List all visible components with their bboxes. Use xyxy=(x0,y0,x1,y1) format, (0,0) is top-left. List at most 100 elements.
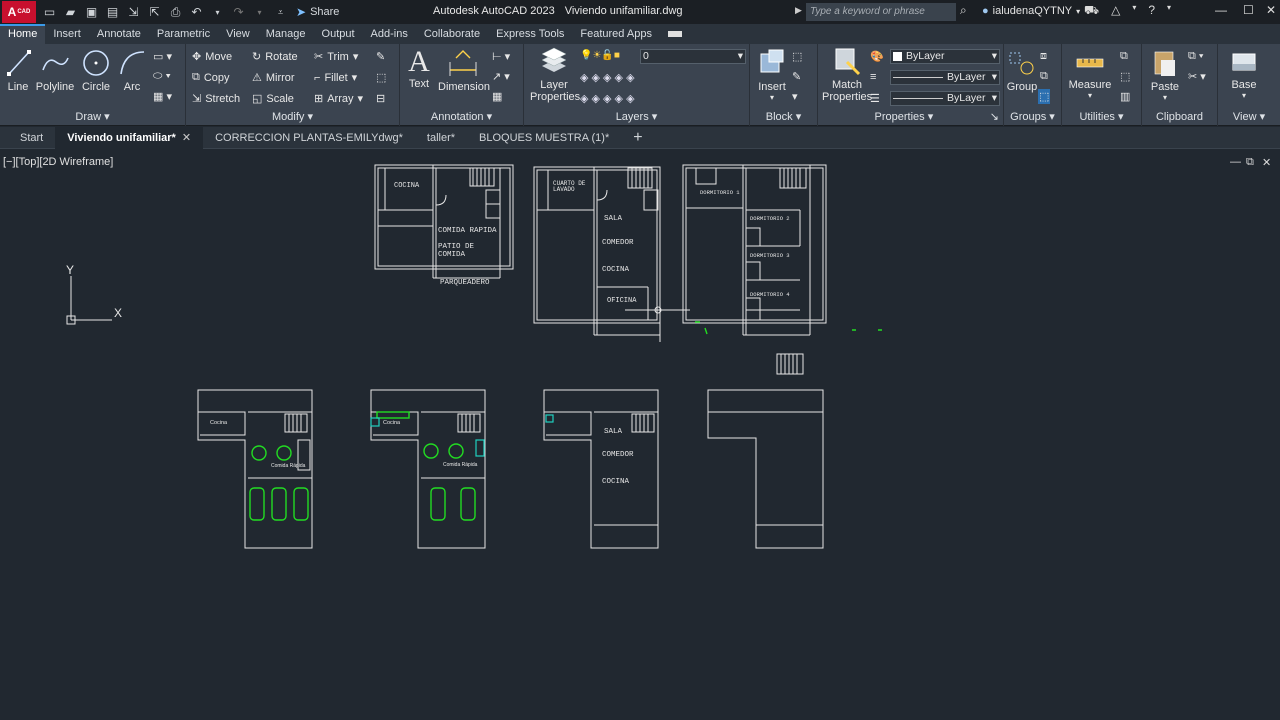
search-icon[interactable]: ⌕ xyxy=(960,3,967,18)
polyline-button[interactable]: Polyline xyxy=(35,48,75,93)
autodesk-app-icon[interactable]: △ xyxy=(1111,3,1120,19)
linear-dim-icon[interactable]: ⊢ ▾ xyxy=(492,50,510,63)
edit-block-icon[interactable]: ✎ xyxy=(792,70,801,83)
offset-icon[interactable]: ⊟ xyxy=(376,92,385,105)
rotate-button[interactable]: ↻ Rotate xyxy=(252,50,298,64)
group-button[interactable]: Group xyxy=(1006,48,1038,93)
doc-tab-viviendo[interactable]: Viviendo unifamiliar* ✕ xyxy=(55,126,204,149)
undo-dropdown-icon[interactable]: ▾ xyxy=(208,3,227,21)
save-icon[interactable]: ▣ xyxy=(82,3,101,21)
line-button[interactable]: Line xyxy=(4,48,32,93)
layer-dropdown[interactable]: 0 ▾ xyxy=(640,49,746,64)
tab-manage[interactable]: Manage xyxy=(258,24,314,44)
layers-panel-title[interactable]: Layers ▾ xyxy=(524,108,749,126)
groups-panel-title[interactable]: Groups ▾ xyxy=(1004,108,1061,126)
block-attributes-icon[interactable]: ▾ xyxy=(792,90,798,103)
layer-tools-row-2[interactable]: ◈ ◈ ◈ ◈ ◈ xyxy=(580,92,635,105)
quick-select-icon[interactable]: ⧉ xyxy=(1120,50,1128,63)
lineweight-dropdown[interactable]: ByLayer ▾ xyxy=(890,91,1000,106)
save-as-icon[interactable]: ▤ xyxy=(103,3,122,21)
print-icon[interactable]: ⎙ xyxy=(166,3,185,21)
color-dropdown[interactable]: ByLayer ▾ xyxy=(890,49,1000,64)
cut-icon[interactable]: ✂ ▾ xyxy=(1188,70,1206,83)
undo-icon[interactable]: ↶ xyxy=(187,3,206,21)
draw-panel-title[interactable]: Draw ▾ xyxy=(0,108,185,126)
ellipse-icon[interactable]: ⬭ ▾ xyxy=(153,70,171,83)
tab-add-ins[interactable]: Add-ins xyxy=(363,24,416,44)
drawing-viewport[interactable]: [−][Top][2D Wireframe] — ⧉ ✕ Y X COCINA … xyxy=(0,150,1280,720)
view-panel-title[interactable]: View ▾ xyxy=(1218,108,1280,126)
new-file-icon[interactable]: ▭ xyxy=(40,3,59,21)
tab-collaborate[interactable]: Collaborate xyxy=(416,24,488,44)
properties-panel-title[interactable]: Properties ▾ ↘ xyxy=(818,108,1003,126)
close-window-button[interactable]: ✕ xyxy=(1266,3,1276,17)
mirror-button[interactable]: ⚠ Mirror xyxy=(252,71,295,85)
explode-icon[interactable]: ⬚ xyxy=(376,71,386,84)
search-expand-icon[interactable]: ▶ xyxy=(795,5,802,16)
ungroup-icon[interactable]: ⧈ xyxy=(1040,50,1047,63)
layer-tools-row-1[interactable]: ◈ ◈ ◈ ◈ ◈ xyxy=(580,71,635,84)
paste-button[interactable]: Paste ▾ xyxy=(1148,48,1182,102)
doc-tab-start[interactable]: Start xyxy=(8,127,55,149)
group-edit-icon[interactable]: ⧉ xyxy=(1040,70,1048,83)
user-account-menu[interactable]: ● ialudenaQYTNY ▾ xyxy=(982,5,1080,17)
move-button[interactable]: ✥ Move xyxy=(192,50,232,64)
copy-clip-icon[interactable]: ⧉ ▾ xyxy=(1188,50,1204,63)
rectangle-icon[interactable]: ▭ ▾ xyxy=(153,50,172,63)
match-properties-button[interactable]: Match Properties xyxy=(822,46,872,103)
scale-button[interactable]: ◱ Scale xyxy=(252,92,294,106)
annotation-panel-title[interactable]: Annotation ▾ xyxy=(400,108,523,126)
trim-button[interactable]: ✂ Trim ▾ xyxy=(314,50,358,64)
tab-featured-apps[interactable]: Featured Apps xyxy=(572,24,660,44)
help-dropdown-icon[interactable]: ▾ xyxy=(1167,3,1171,19)
tab-parametric[interactable]: Parametric xyxy=(149,24,218,44)
dimension-button[interactable]: Dimension xyxy=(438,48,490,93)
maximize-button[interactable]: ☐ xyxy=(1243,3,1254,17)
redo-dropdown-icon[interactable]: ▾ xyxy=(250,3,269,21)
help-icon[interactable]: ? xyxy=(1148,3,1155,19)
doc-tab-bloques[interactable]: BLOQUES MUESTRA (1)* xyxy=(467,127,621,149)
block-panel-title[interactable]: Block ▾ xyxy=(750,108,817,126)
stretch-button[interactable]: ⇲ Stretch xyxy=(192,92,240,106)
create-block-icon[interactable]: ⬚ xyxy=(792,50,802,63)
doc-tab-taller[interactable]: taller* xyxy=(415,127,467,149)
group-selection-icon[interactable]: ⬚ xyxy=(1038,89,1051,104)
doc-tab-correccion[interactable]: CORRECCION PLANTAS-EMILYdwg* xyxy=(203,127,415,149)
utilities-panel-title[interactable]: Utilities ▾ xyxy=(1062,108,1141,126)
insert-block-button[interactable]: Insert ▾ xyxy=(754,48,790,102)
search-input[interactable]: Type a keyword or phrase xyxy=(806,3,956,21)
tab-annotate[interactable]: Annotate xyxy=(89,24,149,44)
close-tab-icon[interactable]: ✕ xyxy=(182,132,191,144)
app-menu-button[interactable]: A CAD xyxy=(2,1,36,23)
tab-express-tools[interactable]: Express Tools xyxy=(488,24,572,44)
linetype-dropdown[interactable]: ByLayer ▾ xyxy=(890,70,1000,85)
leader-icon[interactable]: ↗ ▾ xyxy=(492,70,510,83)
customize-qat-icon[interactable]: ⩡ xyxy=(271,3,290,21)
layer-properties-button[interactable]: Layer Properties xyxy=(530,46,580,103)
text-button[interactable]: A Text xyxy=(406,46,432,91)
tab-output[interactable]: Output xyxy=(314,24,363,44)
calculator-icon[interactable]: ▥ xyxy=(1120,90,1130,103)
hatch-icon[interactable]: ▦ ▾ xyxy=(153,90,172,103)
arc-button[interactable]: Arc xyxy=(118,48,146,93)
minimize-button[interactable]: — xyxy=(1215,3,1227,17)
fillet-button[interactable]: ⌐ Fillet ▾ xyxy=(314,71,357,85)
share-button[interactable]: ➤ Share xyxy=(296,5,339,19)
measure-button[interactable]: Measure ▾ xyxy=(1068,50,1112,100)
clipboard-panel-title[interactable]: Clipboard xyxy=(1142,108,1217,126)
open-folder-icon[interactable]: ▰ xyxy=(61,3,80,21)
circle-button[interactable]: Circle xyxy=(80,48,112,93)
new-tab-button[interactable]: + xyxy=(621,127,654,149)
ribbon-minimize-toggle[interactable] xyxy=(660,24,690,44)
erase-icon[interactable]: ✎ xyxy=(376,50,385,63)
tab-home[interactable]: Home xyxy=(0,24,46,44)
export-icon[interactable]: ⇱ xyxy=(145,3,164,21)
redo-icon[interactable]: ↷ xyxy=(229,3,248,21)
tab-insert[interactable]: Insert xyxy=(45,24,89,44)
modify-panel-title[interactable]: Modify ▾ xyxy=(186,108,399,126)
import-icon[interactable]: ⇲ xyxy=(124,3,143,21)
cart-icon[interactable]: ⛟ xyxy=(1084,3,1099,19)
select-all-icon[interactable]: ⬚ xyxy=(1120,70,1130,83)
dropdown-icon[interactable]: ▾ xyxy=(1132,3,1136,19)
base-view-button[interactable]: Base ▾ xyxy=(1226,50,1262,100)
